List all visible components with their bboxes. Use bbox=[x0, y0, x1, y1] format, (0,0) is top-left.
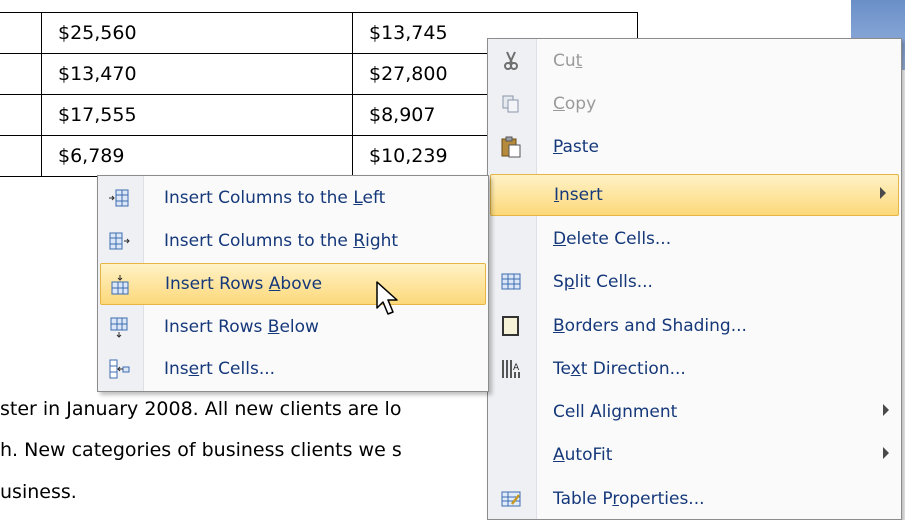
menu-item-cut[interactable]: Cut bbox=[488, 41, 901, 81]
top-strip bbox=[0, 0, 905, 12]
accelerator-key: L bbox=[353, 188, 363, 208]
menu-item-label: eft bbox=[362, 188, 386, 208]
table-cell[interactable]: $17,555 bbox=[41, 94, 353, 136]
menu-item-label: Ins bbox=[164, 359, 189, 379]
svg-text:A: A bbox=[513, 363, 520, 373]
menu-item-paste[interactable]: Paste bbox=[488, 127, 901, 167]
menu-item-borders-shading[interactable]: Borders and Shading... bbox=[488, 306, 901, 346]
accelerator-key: r bbox=[612, 489, 619, 509]
menu-item-label: aste bbox=[562, 137, 599, 157]
menu-item-label: S bbox=[553, 272, 564, 292]
insert-cells-icon bbox=[108, 358, 130, 380]
menu-item-label: bove bbox=[280, 274, 323, 294]
menu-item-label: Table P bbox=[553, 489, 613, 509]
menu-item-delete-cells[interactable]: Delete Cells... bbox=[488, 219, 901, 259]
scissors-icon bbox=[500, 50, 522, 72]
menu-item-label: Insert Rows bbox=[165, 274, 269, 294]
menu-item-insert-rows-below[interactable]: Insert Rows Below bbox=[98, 307, 488, 347]
table-cell[interactable] bbox=[0, 53, 42, 95]
table-cell[interactable] bbox=[0, 94, 42, 136]
accelerator-key: A bbox=[268, 274, 281, 294]
accelerator-key: x bbox=[570, 359, 581, 379]
table-cell[interactable]: $25,560 bbox=[41, 12, 353, 54]
table-properties-icon bbox=[500, 488, 522, 510]
borders-icon bbox=[500, 315, 522, 337]
accelerator-key: t bbox=[575, 51, 583, 71]
submenu-arrow-icon bbox=[880, 187, 886, 199]
menu-item-copy[interactable]: Copy bbox=[488, 84, 901, 124]
menu-item-autofit[interactable]: AutoFit bbox=[488, 435, 901, 475]
table-cell[interactable] bbox=[0, 135, 42, 177]
menu-item-label: nment bbox=[622, 402, 678, 422]
menu-item-label: rt Cells... bbox=[199, 359, 276, 379]
accelerator-key: g bbox=[611, 402, 623, 422]
paste-icon bbox=[500, 136, 522, 158]
menu-item-split-cells[interactable]: Split Cells... bbox=[488, 262, 901, 302]
insert-columns-left-icon bbox=[108, 187, 130, 209]
menu-item-insert[interactable]: Insert bbox=[490, 174, 899, 216]
menu-item-text-direction[interactable]: A Text Direction... bbox=[488, 349, 901, 389]
mouse-pointer-icon bbox=[376, 281, 398, 315]
submenu-arrow-icon bbox=[883, 404, 889, 416]
context-menu: Cut Copy Paste Insert Delete Cells... Sp… bbox=[487, 38, 902, 520]
menu-item-insert-rows-above[interactable]: Insert Rows Above bbox=[100, 263, 486, 305]
accelerator-key: B bbox=[553, 316, 565, 336]
table-cell[interactable] bbox=[0, 12, 42, 54]
submenu-arrow-icon bbox=[883, 447, 889, 459]
accelerator-key: p bbox=[563, 272, 575, 292]
menu-item-insert-cells[interactable]: Insert Cells... bbox=[98, 349, 488, 389]
accelerator-key: e bbox=[188, 359, 200, 379]
menu-item-label: elete Cells... bbox=[566, 229, 672, 249]
menu-item-label: Insert Rows bbox=[164, 317, 268, 337]
menu-item-label: Insert Columns to the bbox=[164, 188, 354, 208]
accelerator-key: R bbox=[353, 231, 366, 251]
menu-item-label: utoFit bbox=[564, 445, 613, 465]
split-cells-icon bbox=[500, 271, 522, 293]
menu-item-cell-alignment[interactable]: Cell Alignment bbox=[488, 392, 901, 432]
accelerator-key: A bbox=[553, 445, 565, 465]
menu-item-insert-columns-right[interactable]: Insert Columns to the Right bbox=[98, 221, 488, 261]
menu-item-label: opy bbox=[564, 94, 597, 114]
insert-columns-right-icon bbox=[108, 230, 130, 252]
accelerator-key: P bbox=[553, 137, 563, 157]
menu-item-label: Insert Columns to the bbox=[164, 231, 354, 251]
menu-item-label: ight bbox=[365, 231, 399, 251]
menu-item-label: elow bbox=[279, 317, 319, 337]
text-direction-icon: A bbox=[500, 358, 522, 380]
accelerator-key: C bbox=[553, 94, 565, 114]
menu-item-label: orders and Shading... bbox=[564, 316, 747, 336]
paragraph-line: usiness. bbox=[0, 481, 77, 503]
menu-item-label: t Direction... bbox=[580, 359, 686, 379]
accelerator-key: B bbox=[267, 317, 280, 337]
table-cell[interactable]: $6,789 bbox=[41, 135, 353, 177]
copy-icon bbox=[500, 93, 522, 115]
menu-item-label: Te bbox=[553, 359, 571, 379]
table-cell[interactable]: $13,470 bbox=[41, 53, 353, 95]
menu-item-label: Cell Ali bbox=[553, 402, 612, 422]
accelerator-key: D bbox=[553, 229, 567, 249]
menu-item-label: nsert bbox=[559, 185, 603, 205]
menu-item-insert-columns-left[interactable]: Insert Columns to the Left bbox=[98, 178, 488, 218]
paragraph-line: ster in January 2008. All new clients ar… bbox=[0, 398, 402, 420]
menu-item-label: lit Cells... bbox=[574, 272, 653, 292]
insert-submenu: Insert Columns to the Left Insert Column… bbox=[97, 175, 489, 392]
insert-rows-below-icon bbox=[108, 316, 130, 338]
menu-item-label: Cu bbox=[553, 51, 576, 71]
insert-rows-above-icon bbox=[109, 274, 131, 296]
paragraph-line: h. New categories of business clients we… bbox=[0, 439, 402, 461]
menu-item-table-properties[interactable]: Table Properties... bbox=[488, 479, 901, 519]
menu-item-label: operties... bbox=[618, 489, 705, 509]
